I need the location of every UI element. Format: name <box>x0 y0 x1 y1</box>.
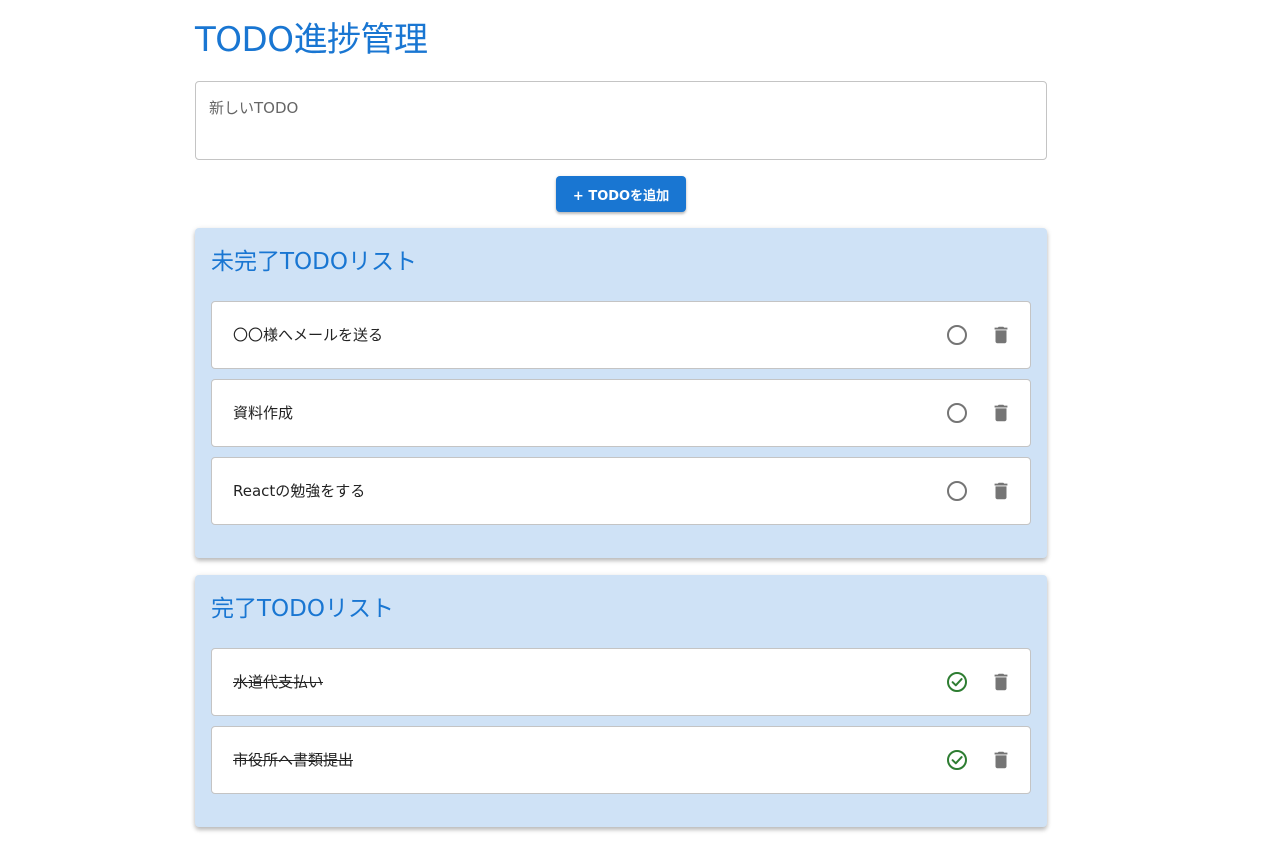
unchecked-circle-icon[interactable] <box>946 480 968 502</box>
complete-todo-list: 水道代支払い 市役所へ書類提出 <box>211 648 1031 804</box>
complete-todo-section: 完了TODOリスト 水道代支払い 市役所へ書類提出 <box>195 575 1047 827</box>
todo-item: Reactの勉強をする <box>211 457 1031 525</box>
unchecked-circle-icon[interactable] <box>946 402 968 424</box>
todo-item: 市役所へ書類提出 <box>211 726 1031 794</box>
todo-item: 水道代支払い <box>211 648 1031 716</box>
complete-section-title: 完了TODOリスト <box>211 596 394 622</box>
todo-text: 〇〇様へメールを送る <box>233 326 384 344</box>
check-circle-icon[interactable] <box>946 749 968 771</box>
todo-text: 資料作成 <box>233 404 294 422</box>
todo-item: 〇〇様へメールを送る <box>211 301 1031 369</box>
incomplete-todo-list: 〇〇様へメールを送る 資料作成 Reactの勉強をする <box>211 301 1031 535</box>
trash-icon[interactable] <box>990 480 1012 502</box>
trash-icon[interactable] <box>990 324 1012 346</box>
add-todo-button[interactable]: + TODOを追加 <box>556 176 686 212</box>
todo-text: 市役所へ書類提出 <box>233 751 354 769</box>
new-todo-field[interactable] <box>195 81 1047 160</box>
todo-text: 水道代支払い <box>233 673 324 691</box>
incomplete-todo-section: 未完了TODOリスト 〇〇様へメールを送る 資料作成 Reactの勉強をする <box>195 228 1047 558</box>
new-todo-input[interactable] <box>209 97 1029 147</box>
trash-icon[interactable] <box>990 749 1012 771</box>
todo-text: Reactの勉強をする <box>233 482 366 500</box>
trash-icon[interactable] <box>990 402 1012 424</box>
trash-icon[interactable] <box>990 671 1012 693</box>
unchecked-circle-icon[interactable] <box>946 324 968 346</box>
todo-item: 資料作成 <box>211 379 1031 447</box>
page-title: TODO進捗管理 <box>195 20 428 60</box>
check-circle-icon[interactable] <box>946 671 968 693</box>
incomplete-section-title: 未完了TODOリスト <box>211 249 417 275</box>
